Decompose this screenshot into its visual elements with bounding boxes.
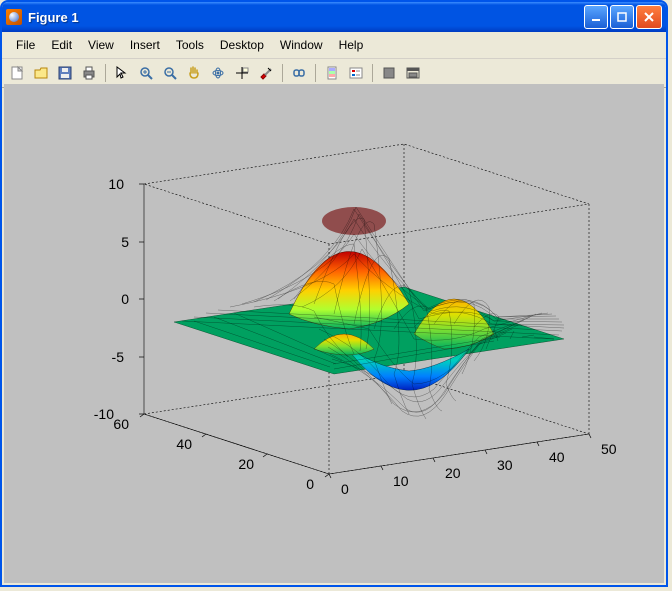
menu-view[interactable]: View: [80, 36, 122, 54]
y-tick-label: 20: [238, 456, 254, 472]
minimize-icon: [591, 12, 601, 22]
matlab-icon: [6, 9, 22, 25]
window-controls: [584, 5, 662, 29]
brush-button[interactable]: [255, 62, 277, 84]
print-icon: [81, 65, 97, 81]
close-button[interactable]: [636, 5, 662, 29]
x-tick-label: 20: [445, 465, 461, 481]
save-button[interactable]: [54, 62, 76, 84]
separator: [105, 64, 106, 82]
figure-window: Figure 1 File Edit View Insert Tools Des…: [0, 0, 668, 587]
zoom-out-button[interactable]: [159, 62, 181, 84]
z-tick-label: -5: [112, 349, 125, 365]
color-bar-icon: [324, 65, 340, 81]
new-figure-icon: [9, 65, 25, 81]
save-icon: [57, 65, 73, 81]
separator: [372, 64, 373, 82]
link-data-icon: [291, 65, 307, 81]
dock-button[interactable]: [402, 62, 424, 84]
surface-plot: -10 -5 0 5 10 60 40 20 0 0 10 20 30 40 5…: [14, 89, 654, 579]
pan-button[interactable]: [183, 62, 205, 84]
minimize-button[interactable]: [584, 5, 608, 29]
menu-desktop[interactable]: Desktop: [212, 36, 272, 54]
print-button[interactable]: [78, 62, 100, 84]
hide-tools-button[interactable]: [378, 62, 400, 84]
y-tick-label: 0: [306, 476, 314, 492]
data-cursor-icon: [234, 65, 250, 81]
edit-plot-button[interactable]: [111, 62, 133, 84]
new-figure-button[interactable]: [6, 62, 28, 84]
y-tick-label: 60: [113, 416, 129, 432]
menu-tools[interactable]: Tools: [168, 36, 212, 54]
color-bar-button[interactable]: [321, 62, 343, 84]
zoom-out-icon: [162, 65, 178, 81]
window-title: Figure 1: [28, 10, 584, 25]
zoom-in-icon: [138, 65, 154, 81]
menu-edit[interactable]: Edit: [43, 36, 80, 54]
pan-icon: [186, 65, 202, 81]
menu-window[interactable]: Window: [272, 36, 331, 54]
legend-icon: [348, 65, 364, 81]
x-tick-label: 30: [497, 457, 513, 473]
rotate-3d-icon: [210, 65, 226, 81]
z-tick-label: 0: [121, 291, 129, 307]
maximize-button[interactable]: [610, 5, 634, 29]
separator: [315, 64, 316, 82]
legend-button[interactable]: [345, 62, 367, 84]
z-tick-label: 10: [108, 176, 124, 192]
maximize-icon: [617, 12, 627, 22]
close-icon: [643, 11, 655, 23]
axes-area[interactable]: -10 -5 0 5 10 60 40 20 0 0 10 20 30 40 5…: [4, 84, 664, 583]
z-tick-label: -10: [94, 406, 114, 422]
titlebar[interactable]: Figure 1: [2, 2, 666, 32]
z-tick-label: 5: [121, 234, 129, 250]
x-tick-label: 50: [601, 441, 617, 457]
separator: [282, 64, 283, 82]
menubar: File Edit View Insert Tools Desktop Wind…: [2, 32, 666, 59]
link-data-button[interactable]: [288, 62, 310, 84]
brush-icon: [258, 65, 274, 81]
y-tick-label: 40: [176, 436, 192, 452]
data-cursor-button[interactable]: [231, 62, 253, 84]
dock-icon: [405, 65, 421, 81]
edit-plot-icon: [114, 65, 130, 81]
menu-file[interactable]: File: [8, 36, 43, 54]
x-tick-label: 0: [341, 481, 349, 497]
hide-tools-icon: [381, 65, 397, 81]
x-tick-label: 10: [393, 473, 409, 489]
menu-insert[interactable]: Insert: [122, 36, 168, 54]
menu-help[interactable]: Help: [331, 36, 372, 54]
open-button[interactable]: [30, 62, 52, 84]
zoom-in-button[interactable]: [135, 62, 157, 84]
open-icon: [33, 65, 49, 81]
x-tick-label: 40: [549, 449, 565, 465]
rotate-3d-button[interactable]: [207, 62, 229, 84]
